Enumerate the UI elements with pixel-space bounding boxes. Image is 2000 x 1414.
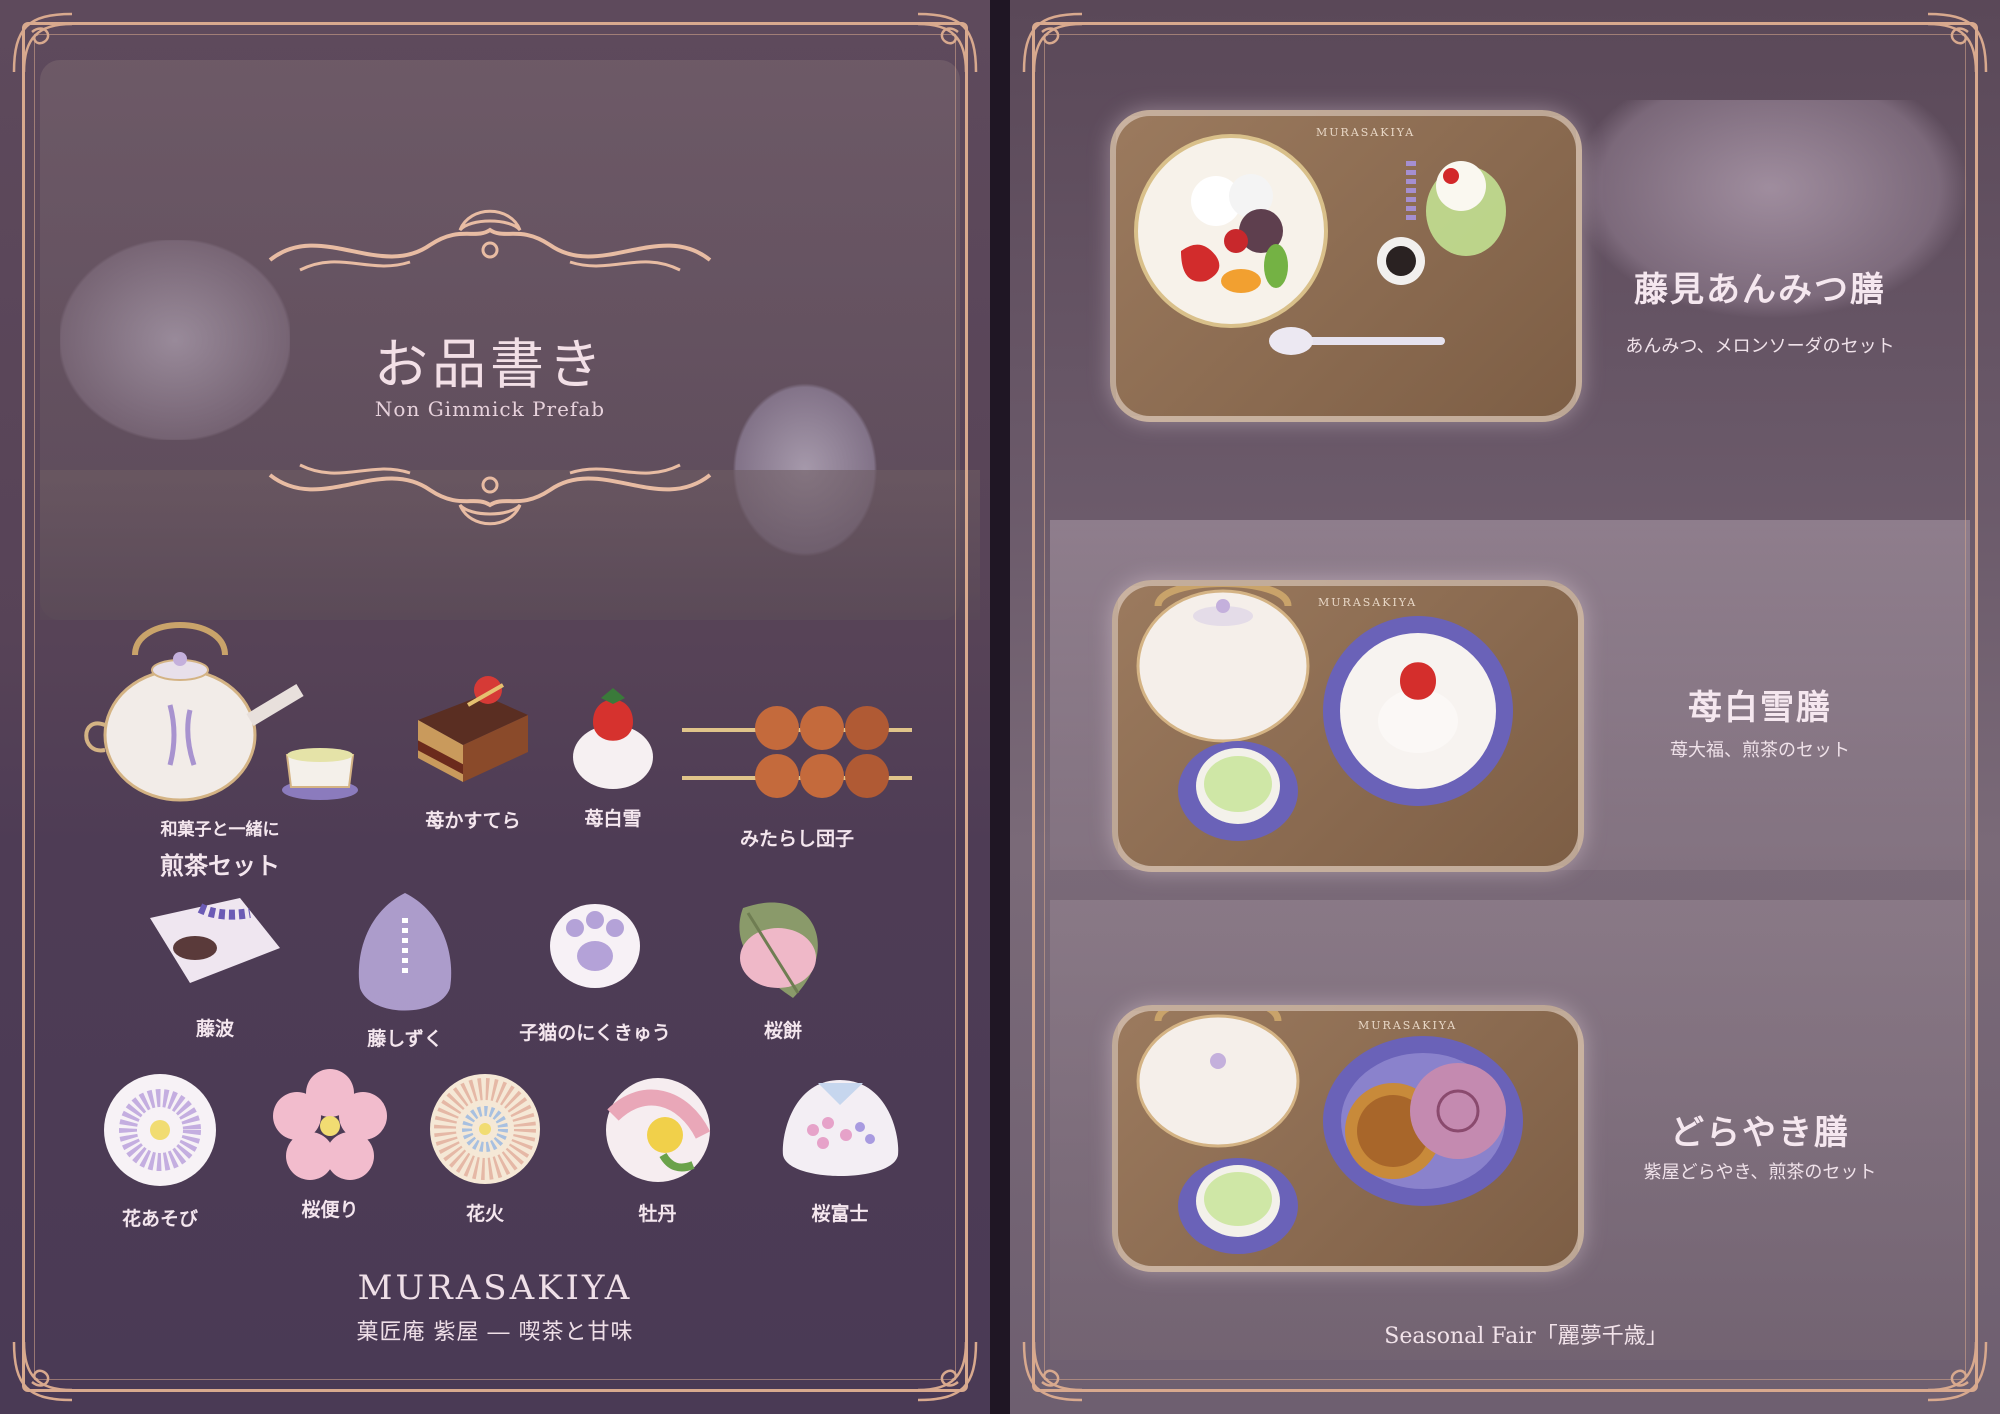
left-panel: お品書き Non Gimmick Prefab 和菓子と一緒に 煎茶セット 苺か… [0,0,990,1414]
sweet-label: 桜便り [301,1199,359,1221]
set-description: 紫屋どらやき、煎茶のセット [1643,1162,1877,1183]
set-tray-anmitsu[interactable]: MURASAKIYA [1110,110,1582,422]
sweet-item-sakura-fuji[interactable]: 桜富士 [775,1075,905,1226]
dango-icon [682,706,912,798]
set-title: 藤見あんみつ膳 [1634,270,1886,310]
menu-title-block: お品書き Non Gimmick Prefab [230,200,750,540]
set-tray-ichigo[interactable]: MURASAKIYA [1112,580,1584,872]
strawberry-daifuku-icon [573,688,653,789]
sweet-label: 藤しずく [367,1028,443,1050]
sweet-item-fujishizuku[interactable]: 藤しずく [345,888,465,1051]
sweet-item-fujinami[interactable]: 藤波 [140,888,290,1041]
flourish-corner-icon [912,1336,982,1406]
set-description: 苺大福、煎茶のセット [1670,740,1850,761]
sweet-item-sakuramochi[interactable]: 桜餅 [718,888,848,1043]
sweet-item-botan[interactable]: 牡丹 [600,1075,715,1226]
fujinami-icon [150,898,280,983]
set-description: あんみつ、メロンソーダのセット [1625,336,1895,357]
sakuramochi-icon [739,902,818,998]
sweet-item-ichigo-shirayuki[interactable]: 苺白雪 [558,682,668,831]
sweet-item-paw[interactable]: 子猫のにくきゅう [500,896,690,1045]
ichigo-set-icon [1136,586,1513,841]
sakura-fuji-icon [782,1080,898,1176]
sweet-item-castella[interactable]: 苺かすてら [408,660,538,833]
peony-icon [605,1078,710,1182]
page-subtitle: Non Gimmick Prefab [374,397,606,421]
page-gutter [990,0,1010,1414]
sweet-item-sakura-dayori[interactable]: 桜便り [270,1068,390,1222]
sweet-item-hanaasobi[interactable]: 花あそび [95,1070,225,1231]
sweet-item-hanabi[interactable]: 花火 [425,1072,545,1226]
hanabi-icon [429,1074,540,1184]
brand-block: MURASAKIYA 菓匠庵 紫屋 ― 喫茶と甘味 [270,1268,720,1346]
sweet-label-top: 和菓子と一緒に [160,820,280,840]
sweet-label: 牡丹 [638,1203,677,1225]
seasonal-fair-label: Seasonal Fair「麗夢千歳」 [1384,1324,1668,1349]
dorayaki-set-icon [1136,1011,1523,1254]
set-tray-dorayaki[interactable]: MURASAKIYA [1112,1005,1584,1272]
paw-icon [550,904,640,988]
sweet-label: みたらし団子 [739,828,854,850]
sakura-icon [272,1069,387,1180]
flourish-corner-icon [1922,8,1992,78]
right-panel: MURASAKIYA 藤見あんみつ膳 あんみつ、メロンソーダのセット MURAS… [1010,0,2000,1414]
set-title: どらやき膳 [1670,1113,1850,1153]
castella-icon [418,676,528,782]
set-title: 苺白雪膳 [1688,688,1832,728]
chrysanthemum-icon [104,1074,216,1186]
sweet-label: 子猫のにくきゅう [519,1022,671,1044]
sweet-label: 花あそび [121,1208,198,1230]
sweet-label: 苺白雪 [584,808,642,830]
sweet-item-sencha-set[interactable]: 和菓子と一緒に 煎茶セット [70,615,370,881]
anmitsu-bowl-icon [1134,134,1506,355]
sweet-label: 煎茶セット [160,851,280,880]
flourish-top-icon [268,209,712,272]
brand-name: MURASAKIYA [357,1268,633,1308]
flourish-bottom-icon [268,463,712,526]
flourish-corner-icon [8,1336,78,1406]
sweet-label: 花火 [465,1203,504,1225]
fujishizuku-icon [358,893,452,1011]
teapot-set-icon [84,622,358,802]
brand-tagline: 菓匠庵 紫屋 ― 喫茶と甘味 [356,1320,634,1345]
sweet-label: 苺かすてら [425,810,521,832]
sweet-item-mitarashi-dango[interactable]: みたらし団子 [682,700,912,851]
sweet-label: 桜富士 [811,1203,869,1225]
sweet-label: 桜餅 [763,1020,802,1042]
flourish-corner-icon [1018,8,1088,78]
sweet-label: 藤波 [195,1018,234,1040]
page-title: お品書き [374,333,606,396]
